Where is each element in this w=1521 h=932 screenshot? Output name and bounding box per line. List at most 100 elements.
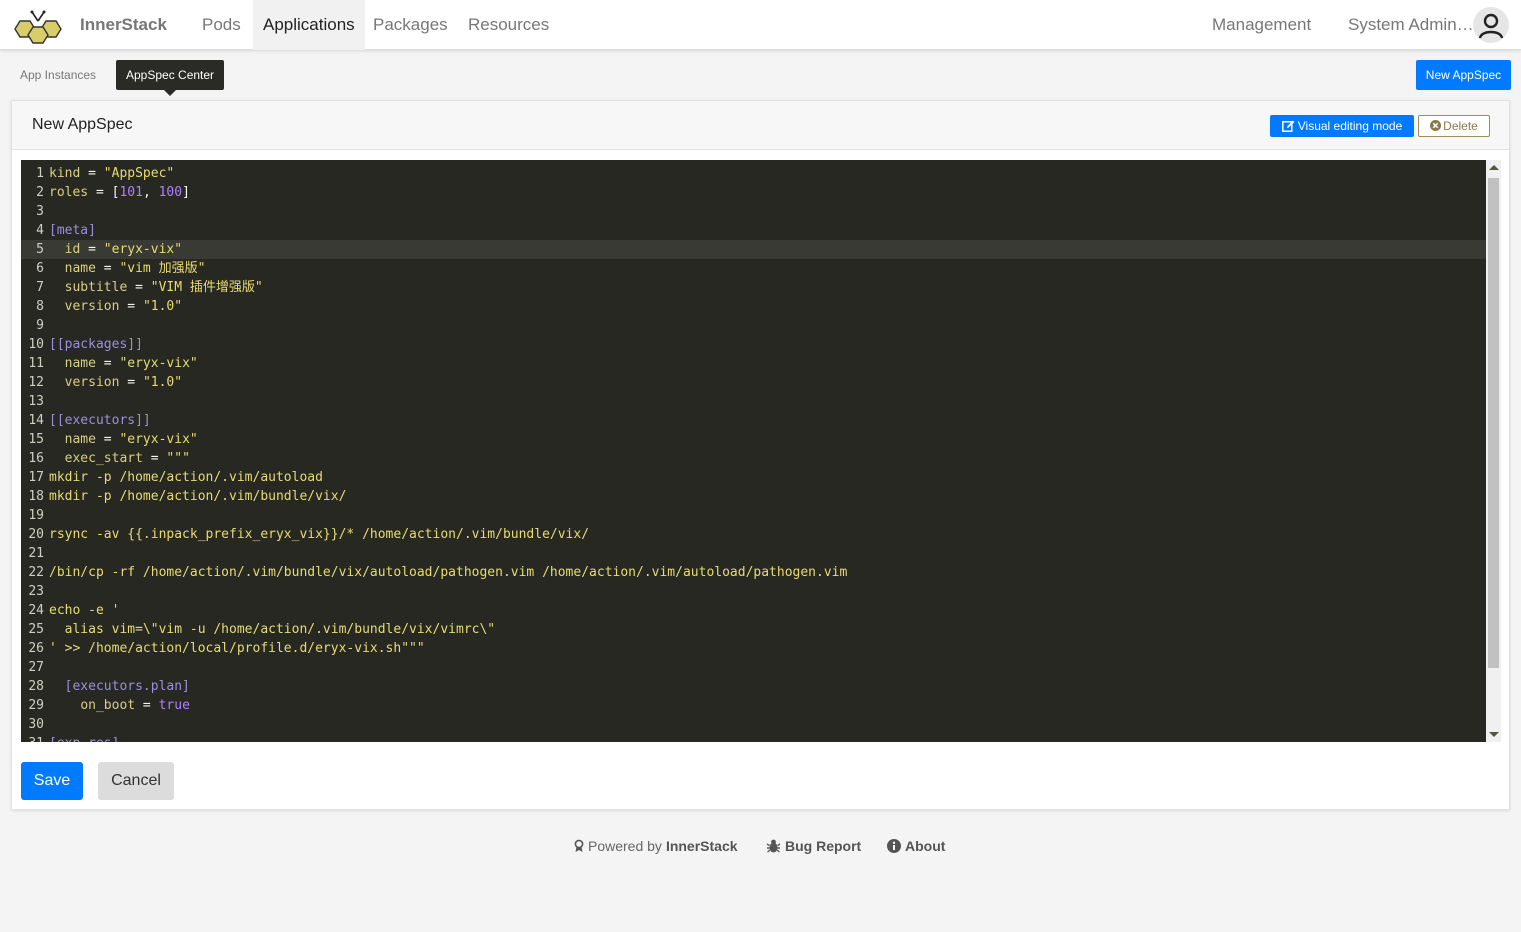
avatar[interactable] <box>1473 7 1509 43</box>
line-number: 18 <box>28 489 44 504</box>
code-text: echo -e ' <box>49 603 120 618</box>
card-header: New AppSpec Visual editing mode Delete <box>12 101 1509 150</box>
line-number: 9 <box>36 318 44 333</box>
code-line[interactable]: 2 roles = [101, 100] <box>21 183 1486 202</box>
line-number: 3 <box>36 204 44 219</box>
top-navbar: InnerStack Pods Applications Packages Re… <box>0 0 1521 50</box>
code-line[interactable]: 16 exec_start = """ <box>21 449 1486 468</box>
code-line[interactable]: 5 id = "eryx-vix" <box>21 240 1486 259</box>
line-number: 29 <box>28 698 44 713</box>
delete-label: Delete <box>1443 119 1478 133</box>
code-line[interactable]: 24 echo -e ' <box>21 601 1486 620</box>
powered-by-brand-link[interactable]: InnerStack <box>666 837 738 855</box>
line-number: 24 <box>28 603 44 618</box>
footer: Powered by InnerStack Bug Report About <box>0 837 1521 857</box>
code-text: [executors.plan] <box>49 679 190 694</box>
code-line[interactable]: 21 <box>21 544 1486 563</box>
visual-editing-mode-button[interactable]: Visual editing mode <box>1270 115 1414 137</box>
edit-icon <box>1281 117 1295 139</box>
line-number: 22 <box>28 565 44 580</box>
line-number: 13 <box>28 394 44 409</box>
code-line[interactable]: 8 version = "1.0" <box>21 297 1486 316</box>
scroll-thumb[interactable] <box>1488 178 1499 668</box>
code-line[interactable]: 4 [meta] <box>21 221 1486 240</box>
code-line[interactable]: 1 kind = "AppSpec" <box>21 164 1486 183</box>
code-line[interactable]: 10 [[packages]] <box>21 335 1486 354</box>
code-line[interactable]: 29 on_boot = true <box>21 696 1486 715</box>
code-line[interactable]: 18 mkdir -p /home/action/.vim/bundle/vix/ <box>21 487 1486 506</box>
subnav-appspec-center[interactable]: AppSpec Center <box>116 60 225 96</box>
code-line[interactable]: 23 <box>21 582 1486 601</box>
code-text: version = "1.0" <box>64 375 183 390</box>
innerstack-logo-icon[interactable] <box>12 8 64 44</box>
code-text: name = "eryx-vix" <box>64 356 198 371</box>
code-line[interactable]: 11 name = "eryx-vix" <box>21 354 1486 373</box>
subnav-app-instances[interactable]: App Instances <box>20 60 96 90</box>
code-line[interactable]: 3 <box>21 202 1486 221</box>
line-number: 6 <box>36 261 44 276</box>
bug-icon <box>766 839 781 853</box>
code-text: mkdir -p /home/action/.vim/bundle/vix/ <box>49 489 347 504</box>
appspec-editor-card: New AppSpec Visual editing mode Delete 1… <box>11 100 1510 810</box>
code-line[interactable]: 28 [executors.plan] <box>21 677 1486 696</box>
line-number: 31 <box>21 734 49 742</box>
code-text: kind = "AppSpec" <box>49 166 175 181</box>
code-text: subtitle = "VIM 插件增强版" <box>64 280 263 295</box>
code-line[interactable]: 27 <box>21 658 1486 677</box>
brand-name[interactable]: InnerStack <box>80 15 167 35</box>
line-number: 5 <box>36 242 44 257</box>
nav-pods[interactable]: Pods <box>192 0 251 50</box>
line-number: 20 <box>28 527 44 542</box>
code-line[interactable]: 7 subtitle = "VIM 插件增强版" <box>21 278 1486 297</box>
code-line[interactable]: 25 alias vim=\"vim -u /home/action/.vim/… <box>21 620 1486 639</box>
code-text: [meta] <box>49 223 96 238</box>
bug-report-link[interactable]: Bug Report <box>766 837 861 855</box>
code-line[interactable]: 26 ' >> /home/action/local/profile.d/eryx… <box>21 639 1486 658</box>
powered-by: Powered by InnerStack <box>574 837 738 855</box>
nav-management[interactable]: Management <box>1212 0 1311 50</box>
line-number: 23 <box>28 584 44 599</box>
bug-report-label: Bug Report <box>785 838 862 854</box>
times-circle-icon <box>1430 117 1442 137</box>
code-line[interactable]: 30 <box>21 715 1486 734</box>
line-number: 16 <box>28 451 44 466</box>
code-line[interactable]: 12 version = "1.0" <box>21 373 1486 392</box>
delete-button[interactable]: Delete <box>1418 115 1490 137</box>
about-link[interactable]: About <box>887 837 945 855</box>
editor-scrollbar[interactable] <box>1486 160 1501 742</box>
code-line[interactable]: 6 name = "vim 加强版" <box>21 259 1486 278</box>
line-number: 21 <box>28 546 44 561</box>
code-line[interactable]: 9 <box>21 316 1486 335</box>
code-text: [exp_res] <box>49 736 119 742</box>
new-appspec-button[interactable]: New AppSpec <box>1416 60 1511 90</box>
code-text: exec_start = """ <box>64 451 190 466</box>
code-line[interactable]: 14 [[executors]] <box>21 411 1486 430</box>
code-line[interactable]: 31[exp_res] <box>21 734 1486 742</box>
code-line[interactable]: 19 <box>21 506 1486 525</box>
code-line[interactable]: 20 rsync -av {{.inpack_prefix_eryx_vix}}/… <box>21 525 1486 544</box>
line-number: 8 <box>36 299 44 314</box>
user-menu[interactable]: System Admin… <box>1348 0 1474 50</box>
page-title: New AppSpec <box>32 116 133 133</box>
code-text: name = "vim 加强版" <box>64 261 206 276</box>
code-line[interactable]: 17 mkdir -p /home/action/.vim/autoload <box>21 468 1486 487</box>
cancel-button[interactable]: Cancel <box>98 762 174 800</box>
line-number: 15 <box>28 432 44 447</box>
line-number: 10 <box>28 337 44 352</box>
code-text: version = "1.0" <box>64 299 183 314</box>
scroll-up-arrow-icon[interactable] <box>1489 165 1499 170</box>
code-line[interactable]: 15 name = "eryx-vix" <box>21 430 1486 449</box>
line-number: 27 <box>28 660 44 675</box>
nav-resources[interactable]: Resources <box>458 0 559 50</box>
nav-packages[interactable]: Packages <box>363 0 458 50</box>
nav-applications[interactable]: Applications <box>253 0 365 50</box>
scroll-down-arrow-icon[interactable] <box>1489 732 1499 737</box>
about-label: About <box>905 838 946 854</box>
code-editor[interactable]: 1 kind = "AppSpec" 2 roles = [101, 100] 3 4 [m… <box>21 160 1486 742</box>
line-number: 11 <box>28 356 44 371</box>
code-line[interactable]: 22/bin/cp -rf /home/action/.vim/bundle/v… <box>21 563 1486 582</box>
code-text: name = "eryx-vix" <box>64 432 198 447</box>
code-line[interactable]: 13 <box>21 392 1486 411</box>
save-button[interactable]: Save <box>21 762 83 800</box>
line-number: 1 <box>36 166 44 181</box>
